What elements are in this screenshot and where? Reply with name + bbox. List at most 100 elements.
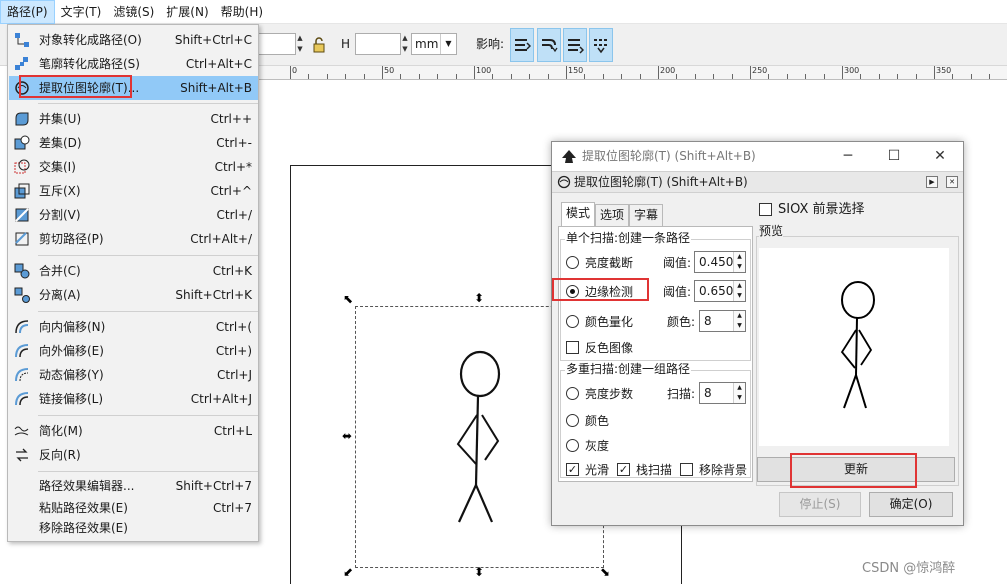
scale-stroke-icon: [515, 39, 531, 51]
menu-item-remove-path-effect[interactable]: 移除路径效果(E): [9, 516, 258, 540]
menu-item-union[interactable]: 并集(U) Ctrl++: [9, 107, 258, 131]
menu-item-label: 对象转化成路径(O): [39, 33, 142, 47]
h-label: H: [341, 37, 351, 51]
move-gradients-button[interactable]: [563, 28, 587, 62]
scale-corners-button[interactable]: [537, 28, 561, 62]
dock-close-icon[interactable]: ✕: [946, 176, 958, 188]
menu-item-intersection[interactable]: 交集(I) Ctrl+*: [9, 155, 258, 179]
stick-figure-bitmap[interactable]: [440, 340, 520, 530]
menu-help[interactable]: 帮助(H): [215, 0, 269, 24]
menu-item-simplify[interactable]: 简化(M) Ctrl+L: [9, 419, 258, 443]
spinner-icon[interactable]: ▲ ▼: [733, 383, 745, 403]
invert-image-checkbox[interactable]: [566, 341, 579, 354]
menu-item-shortcut: Ctrl+J: [217, 368, 252, 382]
menu-item-shortcut: Ctrl+-: [216, 136, 252, 150]
minimize-icon[interactable]: ─: [825, 142, 871, 171]
resize-handle-icon[interactable]: ⬋: [343, 566, 353, 578]
dialog-dock-bar[interactable]: 提取位图轮廓(T) (Shift+Alt+B) ▶ ✕: [552, 171, 963, 193]
scans-input[interactable]: 8 ▲ ▼: [699, 382, 746, 404]
stop-button[interactable]: 停止(S): [779, 492, 861, 517]
spinner-icon[interactable]: ▲ ▼: [733, 252, 745, 272]
menu-item-cut-path[interactable]: 剪切路径(P) Ctrl+Alt+/: [9, 227, 258, 251]
menu-separator: [38, 415, 258, 416]
ruler-label: 200: [660, 66, 676, 75]
menu-item-division[interactable]: 分割(V) Ctrl+/: [9, 203, 258, 227]
menu-item-dynamic-offset[interactable]: 动态偏移(Y) Ctrl+J: [9, 363, 258, 387]
ruler-label: 350: [936, 66, 952, 75]
menu-item-label: 分离(A): [39, 288, 81, 302]
unit-select[interactable]: mm ▼: [411, 33, 457, 55]
edge-threshold-input[interactable]: 0.650 ▲ ▼: [694, 280, 746, 302]
menu-item-stroke-to-path[interactable]: 笔廓转化成路径(S) Ctrl+Alt+C: [9, 52, 258, 76]
radio-color-quantization[interactable]: [566, 315, 579, 328]
menu-text[interactable]: 文字(T): [55, 0, 108, 24]
menu-item-reverse[interactable]: 反向(R): [9, 443, 258, 467]
w-spinner[interactable]: ▲ ▼: [295, 33, 305, 55]
tab-credits[interactable]: 字幕: [629, 204, 664, 226]
resize-handle-icon[interactable]: ⬍: [474, 292, 484, 304]
colors-label: 颜色: [585, 414, 610, 428]
edge-threshold-label: 阈值:: [663, 285, 692, 299]
brightness-steps-label: 亮度步数: [585, 387, 634, 401]
move-patterns-button[interactable]: [589, 28, 613, 62]
h-input[interactable]: [355, 33, 401, 55]
resize-handle-icon[interactable]: ⬉: [343, 293, 353, 305]
spinner-icon[interactable]: ▲ ▼: [733, 311, 745, 331]
menu-extensions[interactable]: 扩展(N): [160, 0, 214, 24]
union-icon: [15, 112, 29, 126]
horizontal-ruler[interactable]: 0 50 100 150 200 250 300 350: [258, 66, 1007, 80]
menu-separator: [38, 311, 258, 312]
dock-arrow-icon[interactable]: ▶: [926, 176, 938, 188]
w-input[interactable]: [258, 33, 296, 55]
h-spinner[interactable]: ▲ ▼: [400, 33, 410, 55]
menu-item-shortcut: Ctrl+/: [216, 208, 252, 222]
menu-item-object-to-path[interactable]: 对象转化成路径(O) Shift+Ctrl+C: [9, 28, 258, 52]
preview-stick-figure: [840, 281, 875, 409]
path-menu: 对象转化成路径(O) Shift+Ctrl+C 笔廓转化成路径(S) Ctrl+…: [7, 24, 259, 542]
menu-item-exclusion[interactable]: 互斥(X) Ctrl+^: [9, 179, 258, 203]
spinner-icon[interactable]: ▲ ▼: [733, 281, 745, 301]
resize-handle-icon[interactable]: ⬊: [600, 566, 610, 578]
close-icon[interactable]: ✕: [917, 142, 963, 171]
menu-item-combine[interactable]: 合并(C) Ctrl+K: [9, 259, 258, 283]
tab-options[interactable]: 选项: [595, 204, 630, 226]
menu-item-path-effects[interactable]: 路径效果编辑器... Shift+Ctrl+7: [9, 474, 258, 498]
affect-label: 影响:: [476, 37, 505, 51]
stack-scans-checkbox[interactable]: ✓: [617, 463, 630, 476]
scale-stroke-button[interactable]: [510, 28, 534, 62]
multi-scan-title: 多重扫描:创建一组路径: [565, 362, 692, 376]
division-icon: [15, 208, 29, 222]
smooth-label: 光滑: [585, 463, 610, 477]
colors-count-input[interactable]: 8 ▲ ▼: [699, 310, 746, 332]
smooth-checkbox[interactable]: ✓: [566, 463, 579, 476]
lock-icon[interactable]: [312, 37, 326, 53]
radio-brightness-steps[interactable]: [566, 387, 579, 400]
menu-item-difference[interactable]: 差集(D) Ctrl+-: [9, 131, 258, 155]
menu-item-label: 向外偏移(E): [39, 344, 104, 358]
radio-colors[interactable]: [566, 414, 579, 427]
tab-mode[interactable]: 模式: [561, 202, 596, 227]
brightness-threshold-input[interactable]: 0.450 ▲ ▼: [694, 251, 746, 273]
resize-handle-icon[interactable]: ⬍: [474, 566, 484, 578]
menu-item-linked-offset[interactable]: 链接偏移(L) Ctrl+Alt+J: [9, 387, 258, 411]
menu-item-outset[interactable]: 向外偏移(E) Ctrl+): [9, 339, 258, 363]
difference-icon: [14, 135, 30, 150]
maximize-icon[interactable]: ☐: [871, 142, 917, 171]
preview-label: 预览: [759, 224, 784, 238]
menu-item-label: 合并(C): [39, 264, 81, 278]
scans-label: 扫描:: [667, 387, 696, 401]
menu-filters[interactable]: 滤镜(S): [107, 0, 160, 24]
menu-item-inset[interactable]: 向内偏移(N) Ctrl+(: [9, 315, 258, 339]
resize-handle-icon[interactable]: ⬌: [342, 430, 352, 442]
remove-background-checkbox[interactable]: [680, 463, 693, 476]
radio-grays[interactable]: [566, 439, 579, 452]
ok-button[interactable]: 确定(O): [869, 492, 953, 517]
menu-path[interactable]: 路径(P): [0, 0, 55, 24]
ruler-label: 300: [844, 66, 860, 75]
menu-item-break-apart[interactable]: 分离(A) Shift+Ctrl+K: [9, 283, 258, 307]
simplify-icon: [14, 426, 29, 436]
siox-checkbox[interactable]: [759, 203, 772, 216]
menu-item-shortcut: Shift+Ctrl+K: [175, 288, 252, 302]
dialog-titlebar[interactable]: 提取位图轮廓(T) (Shift+Alt+B) ─ ☐ ✕: [552, 142, 963, 171]
radio-brightness[interactable]: [566, 256, 579, 269]
